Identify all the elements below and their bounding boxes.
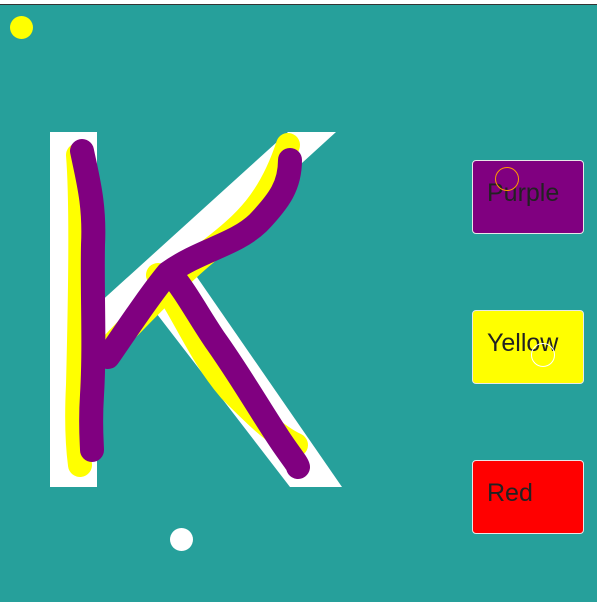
purple-button[interactable]: Purple [472,160,584,234]
yellow-dot-icon [10,16,33,39]
yellow-button[interactable]: Yellow [472,310,584,384]
purple-selection-ring-icon [495,167,519,191]
drawing-canvas[interactable]: Purple Yellow Red [0,4,597,602]
yellow-selection-ring-icon [531,343,555,367]
red-button-label: Red [487,479,533,507]
white-dot-icon [170,528,193,551]
red-button[interactable]: Red [472,460,584,534]
